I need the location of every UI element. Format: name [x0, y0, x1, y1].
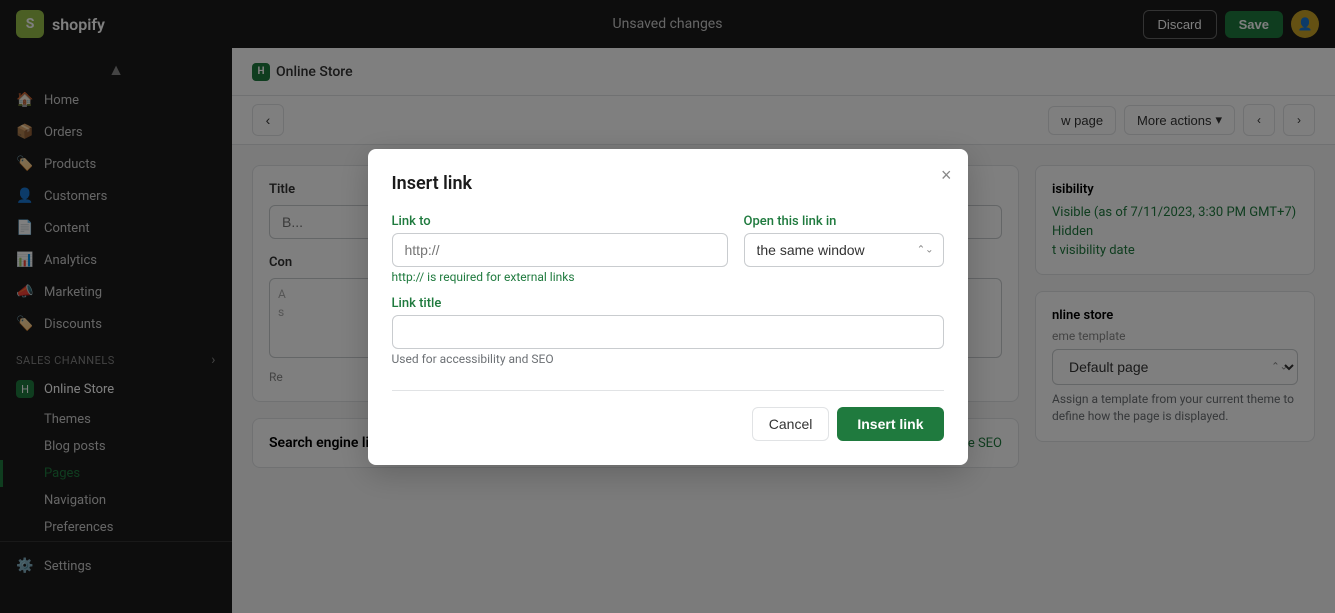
- open-in-label: Open this link in: [744, 214, 944, 229]
- insert-link-modal: Insert link × Link to http:// is require…: [368, 149, 968, 465]
- form-row-link: Link to http:// is required for external…: [392, 214, 944, 284]
- link-to-hint: http:// is required for external links: [392, 270, 728, 284]
- link-to-input[interactable]: [392, 233, 728, 267]
- link-to-group: Link to http:// is required for external…: [392, 214, 728, 284]
- link-title-label: Link title: [392, 296, 944, 311]
- modal-close-button[interactable]: ×: [941, 165, 952, 186]
- open-in-select[interactable]: the same windowa new window: [744, 233, 944, 267]
- link-title-input[interactable]: [392, 315, 944, 349]
- modal-body: Link to http:// is required for external…: [392, 214, 944, 366]
- insert-link-button[interactable]: Insert link: [837, 407, 943, 441]
- modal-footer: Cancel Insert link: [392, 390, 944, 441]
- cancel-button[interactable]: Cancel: [752, 407, 830, 441]
- link-to-label: Link to: [392, 214, 728, 229]
- open-in-select-wrapper: the same windowa new window: [744, 233, 944, 267]
- open-in-group: Open this link in the same windowa new w…: [744, 214, 944, 284]
- form-row-title: Link title Used for accessibility and SE…: [392, 296, 944, 366]
- link-title-hint: Used for accessibility and SEO: [392, 352, 944, 366]
- link-title-group: Link title Used for accessibility and SE…: [392, 296, 944, 366]
- modal-overlay[interactable]: Insert link × Link to http:// is require…: [0, 0, 1335, 613]
- modal-title: Insert link: [392, 173, 944, 194]
